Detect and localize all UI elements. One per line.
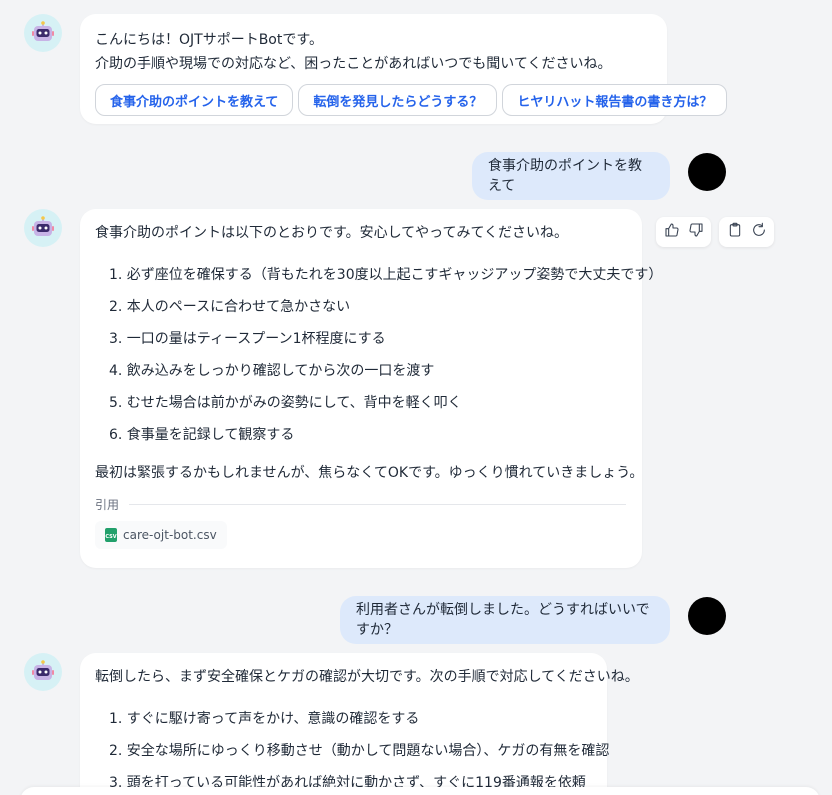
robot-icon	[32, 21, 54, 41]
list-item: 2. 本人のペースに合わせて急かさない	[109, 299, 351, 315]
clipboard-icon[interactable]	[727, 222, 743, 242]
user-message: 利用者さんが転倒しました。どうすればいいですか？	[340, 596, 670, 644]
list-item: 2. 安全な場所にゆっくり移動させ（動かして問題ない場合）、ケガの有無を確認	[109, 743, 610, 759]
thumbs-down-icon[interactable]	[688, 222, 704, 242]
citation-header: 引用	[95, 496, 626, 513]
bot-message-fall: 転倒したら、まず安全確保とケガの確認が大切です。次の手順で対応してくださいね。 …	[80, 653, 639, 795]
citation-file-name: care-ojt-bot.csv	[123, 528, 217, 542]
message-intro: 転倒したら、まず安全確保とケガの確認が大切です。次の手順で対応してくださいね。	[95, 669, 639, 685]
list-item: 4. 飲み込みをしっかり確認してから次の一口を渡す	[109, 363, 435, 379]
user-message: 食事介助のポイントを教えて	[472, 152, 670, 200]
bot-avatar	[24, 653, 62, 691]
list-item: 3. 一口の量はティースプーン1杯程度にする	[109, 331, 386, 347]
greeting-line-1: こんにちは！OJTサポートBotです。	[95, 32, 323, 48]
thumbs-up-icon[interactable]	[664, 222, 680, 242]
suggestion-chip-report[interactable]: ヒヤリハット報告書の書き方は？	[502, 84, 728, 116]
steps-list: 1. すぐに駆け寄って声をかけ、意識の確認をする 2. 安全な場所にゆっくり移動…	[95, 709, 610, 795]
suggestion-chip-fall[interactable]: 転倒を発見したらどうする？	[298, 84, 498, 116]
list-item: 1. 必ず座位を確保する（背もたれを30度以上起こすギャッジアップ姿勢で大丈夫で…	[109, 267, 663, 283]
csv-file-icon: CSV	[105, 528, 117, 542]
user-avatar	[688, 153, 726, 191]
list-item: 1. すぐに駆け寄って声をかけ、意識の確認をする	[109, 711, 420, 727]
steps-list: 1. 必ず座位を確保する（背もたれを30度以上起こすギャッジアップ姿勢で大丈夫で…	[95, 265, 663, 457]
list-item: 5. むせた場合は前かがみの姿勢にして、背中を軽く叩く	[109, 395, 462, 411]
bot-avatar	[24, 209, 62, 247]
citation-file[interactable]: CSV care-ojt-bot.csv	[95, 521, 227, 549]
composer-edge	[20, 787, 820, 795]
greeting-message: こんにちは！OJTサポートBotです。 介助の手順や現場での対応など、困ったこと…	[80, 14, 728, 124]
bot-avatar	[24, 14, 62, 52]
message-outro: 最初は緊張するかもしれませんが、焦らなくてOKです。ゆっくり慣れていきましょう。	[95, 465, 644, 481]
list-item: 6. 食事量を記録して観察する	[109, 427, 295, 443]
greeting-line-2: 介助の手順や現場での対応など、困ったことがあればいつでも聞いてくださいね。	[95, 56, 612, 72]
robot-icon	[32, 216, 54, 236]
citation-label: 引用	[95, 498, 120, 512]
refresh-icon[interactable]	[751, 222, 767, 242]
robot-icon	[32, 660, 54, 680]
feedback-actions	[656, 217, 711, 247]
citation-divider	[129, 504, 626, 505]
message-actions	[719, 217, 774, 247]
bot-message-meal: 食事介助のポイントは以下のとおりです。安心してやってみてくださいね。 1. 必ず…	[80, 209, 663, 568]
user-avatar	[688, 597, 726, 635]
suggestion-chip-meal[interactable]: 食事介助のポイントを教えて	[95, 84, 294, 116]
message-intro: 食事介助のポイントは以下のとおりです。安心してやってみてくださいね。	[95, 225, 569, 241]
suggestion-chips: 食事介助のポイントを教えて 転倒を発見したらどうする？ ヒヤリハット報告書の書き…	[95, 84, 728, 116]
